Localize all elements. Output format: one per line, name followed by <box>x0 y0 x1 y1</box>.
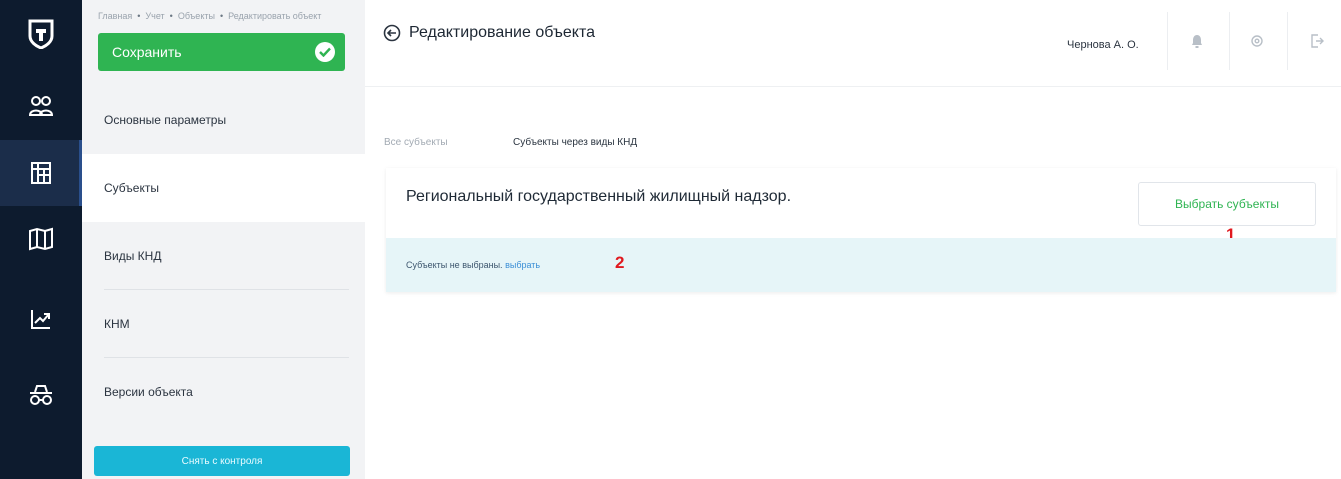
map-icon[interactable] <box>0 206 82 272</box>
menu-item-label: Виды КНД <box>104 249 162 263</box>
users-icon[interactable] <box>0 74 82 140</box>
menu-item-subjects[interactable]: Субъекты <box>82 154 365 222</box>
menu-item-label: КНМ <box>104 317 130 331</box>
header-bottom-border <box>365 86 1341 87</box>
menu-item-main-params[interactable]: Основные параметры <box>82 86 365 154</box>
breadcrumb: Главная • Учет • Объекты • Редактировать объек… <box>98 11 322 21</box>
tab-subjects-via-knd[interactable]: Субъекты через виды КНД <box>513 137 637 148</box>
annotation-marker-2: 2 <box>615 253 625 272</box>
logout-icon[interactable] <box>1306 30 1328 52</box>
menu-item-knm[interactable]: КНМ <box>82 290 365 358</box>
tab-all-subjects[interactable]: Все субъекты <box>384 137 448 148</box>
main-navigation-rail <box>0 0 82 479</box>
user-name[interactable]: Чернова А. О. <box>1067 39 1139 51</box>
save-button-label: Сохранить <box>112 44 182 60</box>
menu-item-label: Субъекты <box>104 181 159 195</box>
object-menu: Основные параметры Субъекты Виды КНД КНМ… <box>82 86 365 426</box>
header-divider <box>1287 12 1288 70</box>
back-arrow-icon[interactable] <box>383 24 401 42</box>
menu-item-label: Версии объекта <box>104 385 193 399</box>
menu-item-knd-types[interactable]: Виды КНД <box>82 222 365 290</box>
header-divider <box>1167 12 1168 70</box>
page-title: Редактирование объекта <box>409 24 595 41</box>
select-link[interactable]: выбрать <box>505 260 540 270</box>
check-icon <box>315 42 335 62</box>
breadcrumb-item[interactable]: Главная <box>98 11 132 21</box>
knd-subjects-card: Региональный государственный жилищный на… <box>386 168 1336 292</box>
breadcrumb-item[interactable]: Объекты <box>178 11 215 21</box>
breadcrumb-item[interactable]: Учет <box>145 11 164 21</box>
save-button[interactable]: Сохранить <box>98 33 345 71</box>
building-icon[interactable] <box>0 140 82 206</box>
inspector-icon[interactable] <box>0 362 82 428</box>
select-subjects-button[interactable]: Выбрать субъекты <box>1138 182 1316 226</box>
notice-message: Субъекты не выбраны. <box>406 260 503 270</box>
empty-subjects-notice: Субъекты не выбраны. выбрать 2 <box>386 238 1336 292</box>
object-sidebar: Главная • Учет • Объекты • Редактировать объек… <box>82 0 365 479</box>
bell-icon[interactable] <box>1186 30 1208 52</box>
logo-shield-icon[interactable] <box>0 0 82 68</box>
breadcrumb-item: Редактировать объект <box>228 11 322 21</box>
header-divider <box>1229 12 1230 70</box>
menu-item-versions[interactable]: Версии объекта <box>82 358 365 426</box>
remove-from-control-button[interactable]: Снять с контроля <box>94 446 350 476</box>
card-title: Региональный государственный жилищный на… <box>406 188 792 205</box>
settings-icon[interactable] <box>1246 30 1268 52</box>
chart-trend-icon[interactable] <box>0 286 82 352</box>
menu-item-label: Основные параметры <box>104 113 227 127</box>
notice-text: Субъекты не выбраны. выбрать <box>406 260 540 270</box>
